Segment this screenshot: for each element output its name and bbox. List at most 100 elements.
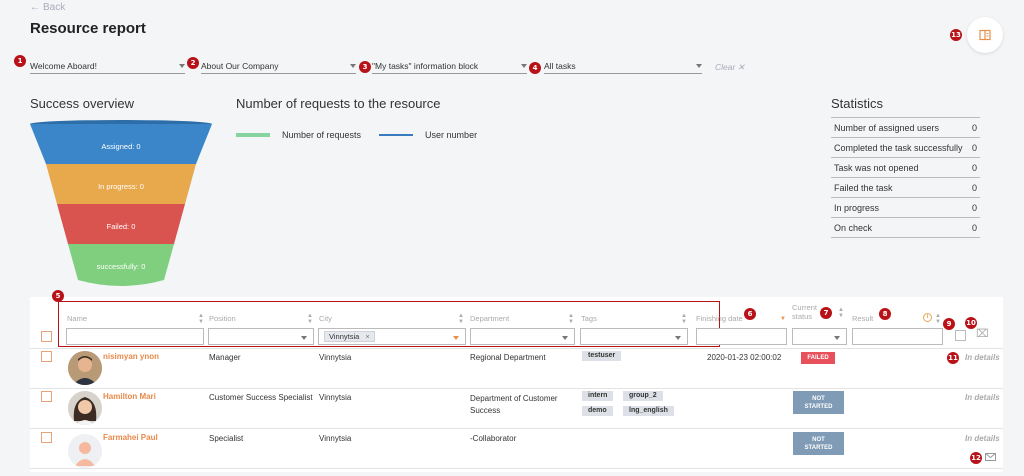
row-checkbox[interactable] xyxy=(41,432,52,443)
badge-4: 4 xyxy=(529,62,541,74)
back-label: Back xyxy=(43,2,66,13)
status-line1: NOT xyxy=(812,395,825,402)
row-checkbox[interactable] xyxy=(41,351,52,362)
clear-filter-icon[interactable]: ⌧ xyxy=(976,327,989,340)
filter-value: "My tasks" information block xyxy=(372,60,479,71)
column-header-current-status-line2: status xyxy=(792,312,813,321)
stats-label: In progress xyxy=(834,202,880,213)
badge-8: 8 xyxy=(879,308,891,320)
export-icon xyxy=(979,29,991,41)
status-line2: STARTED xyxy=(804,444,833,451)
sort-icon[interactable]: ▲ ▼ xyxy=(681,313,687,325)
in-details-link[interactable]: In details xyxy=(965,434,1000,443)
column-header-position[interactable]: Position xyxy=(209,314,236,323)
tags-filter-select[interactable] xyxy=(580,328,688,345)
badge-13: 13 xyxy=(950,29,962,41)
filter-select-section[interactable]: About Our Company xyxy=(201,60,356,74)
in-details-link[interactable]: In details xyxy=(965,393,1000,402)
requests-chart-title: Number of requests to the resource xyxy=(236,96,441,111)
success-overview-title: Success overview xyxy=(30,96,135,111)
stats-row: Failed the task 0 xyxy=(831,178,980,198)
column-header-department[interactable]: Department xyxy=(470,314,509,323)
column-header-city[interactable]: City xyxy=(319,314,332,323)
stats-label: Failed the task xyxy=(834,182,893,193)
city-cell: Vinnytsia xyxy=(319,434,352,443)
info-icon[interactable]: i xyxy=(923,313,932,322)
avatar xyxy=(68,434,102,468)
badge-6: 6 xyxy=(744,308,756,320)
remove-chip-icon[interactable]: × xyxy=(365,332,369,341)
stats-row: Task was not opened 0 xyxy=(831,158,980,178)
sort-down-icon[interactable]: ▼ xyxy=(780,316,786,322)
funnel-label-in-progress: In progress: 0 xyxy=(98,182,144,191)
mail-icon[interactable] xyxy=(985,453,996,461)
chevron-down-icon xyxy=(453,336,459,340)
stats-row: On check 0 xyxy=(831,218,980,238)
sort-icon[interactable]: ▲ ▼ xyxy=(198,313,204,325)
select-all-checkbox[interactable] xyxy=(41,331,52,342)
department-line1: Department of Customer xyxy=(470,394,558,403)
row-checkbox[interactable] xyxy=(41,391,52,402)
success-funnel: Assigned: 0 In progress: 0 Failed: 0 suc… xyxy=(30,120,212,288)
sort-icon[interactable]: ▲ ▼ xyxy=(838,307,844,319)
chevron-down-icon xyxy=(562,336,568,340)
sort-icon[interactable]: ▲ ▼ xyxy=(458,313,464,325)
back-link[interactable]: ← Back xyxy=(30,2,65,13)
badge-11: 11 xyxy=(947,352,959,364)
badge-3: 3 xyxy=(359,61,371,73)
funnel-label-successfully: successfully: 0 xyxy=(96,262,146,271)
status-filter-select[interactable] xyxy=(792,328,847,345)
column-header-tags[interactable]: Tags xyxy=(581,314,597,323)
stats-value: 0 xyxy=(971,142,977,153)
filter-value: About Our Company xyxy=(201,60,279,71)
stats-row: In progress 0 xyxy=(831,198,980,218)
filter-select-tasks[interactable]: All tasks xyxy=(544,60,702,74)
status-line1: NOT xyxy=(812,436,825,443)
department-cell: Department of Customer Success xyxy=(470,393,558,417)
user-name-link[interactable]: Farmahei Paul xyxy=(103,433,158,442)
copy-icon[interactable] xyxy=(955,330,966,341)
column-header-current-status[interactable]: Current status xyxy=(792,303,817,321)
avatar xyxy=(68,351,102,385)
legend-swatch-requests xyxy=(236,133,270,137)
city-filter-select[interactable]: Vinnytsia × xyxy=(318,328,466,345)
result-filter-input[interactable] xyxy=(852,328,943,345)
chevron-down-icon xyxy=(675,336,681,340)
funnel-label-assigned: Assigned: 0 xyxy=(101,142,141,151)
user-name-link[interactable]: Hamilton Mari xyxy=(103,392,156,401)
position-filter-select[interactable] xyxy=(208,328,314,345)
column-header-result[interactable]: Result xyxy=(852,314,873,323)
finishing-date-filter-input[interactable] xyxy=(696,328,787,345)
user-name-link[interactable]: nisimyan ynon xyxy=(103,352,159,361)
filter-select-course[interactable]: Welcome Aboard! xyxy=(30,60,185,74)
export-button[interactable] xyxy=(967,17,1003,53)
sort-icon[interactable]: ▲ ▼ xyxy=(935,313,941,325)
city-cell: Vinnytsia xyxy=(319,353,352,362)
in-details-link[interactable]: In details xyxy=(965,353,1000,362)
statistics-title: Statistics xyxy=(831,96,884,111)
stats-label: Completed the task successfully xyxy=(834,142,963,153)
legend-label-requests: Number of requests xyxy=(282,130,362,140)
sort-icon[interactable]: ▲ ▼ xyxy=(307,313,313,325)
sort-icon[interactable]: ▲ ▼ xyxy=(568,313,574,325)
column-header-name[interactable]: Name xyxy=(67,314,87,323)
city-filter-chip: Vinnytsia × xyxy=(324,331,375,342)
chevron-down-icon xyxy=(350,63,356,68)
avatar xyxy=(68,391,102,425)
name-filter-input[interactable] xyxy=(66,328,204,345)
chevron-down-icon xyxy=(301,336,307,340)
clear-filters-button[interactable]: Clear ✕ xyxy=(715,62,745,73)
status-badge: FAILED xyxy=(801,352,835,364)
position-cell: Customer Success Specialist xyxy=(209,393,313,402)
position-cell: Specialist xyxy=(209,434,244,443)
row-divider xyxy=(30,388,1003,389)
chevron-down-icon xyxy=(179,63,185,68)
position-cell: Manager xyxy=(209,353,241,362)
department-filter-select[interactable] xyxy=(470,328,575,345)
column-header-finishing-date[interactable]: Finishing date xyxy=(696,314,743,323)
chevron-down-icon xyxy=(834,336,840,340)
requests-legend: Number of requests User number xyxy=(236,130,477,140)
tag-chip: testuser xyxy=(582,351,622,361)
tag-chip: demo xyxy=(582,406,613,416)
filter-select-block[interactable]: "My tasks" information block xyxy=(372,60,527,74)
